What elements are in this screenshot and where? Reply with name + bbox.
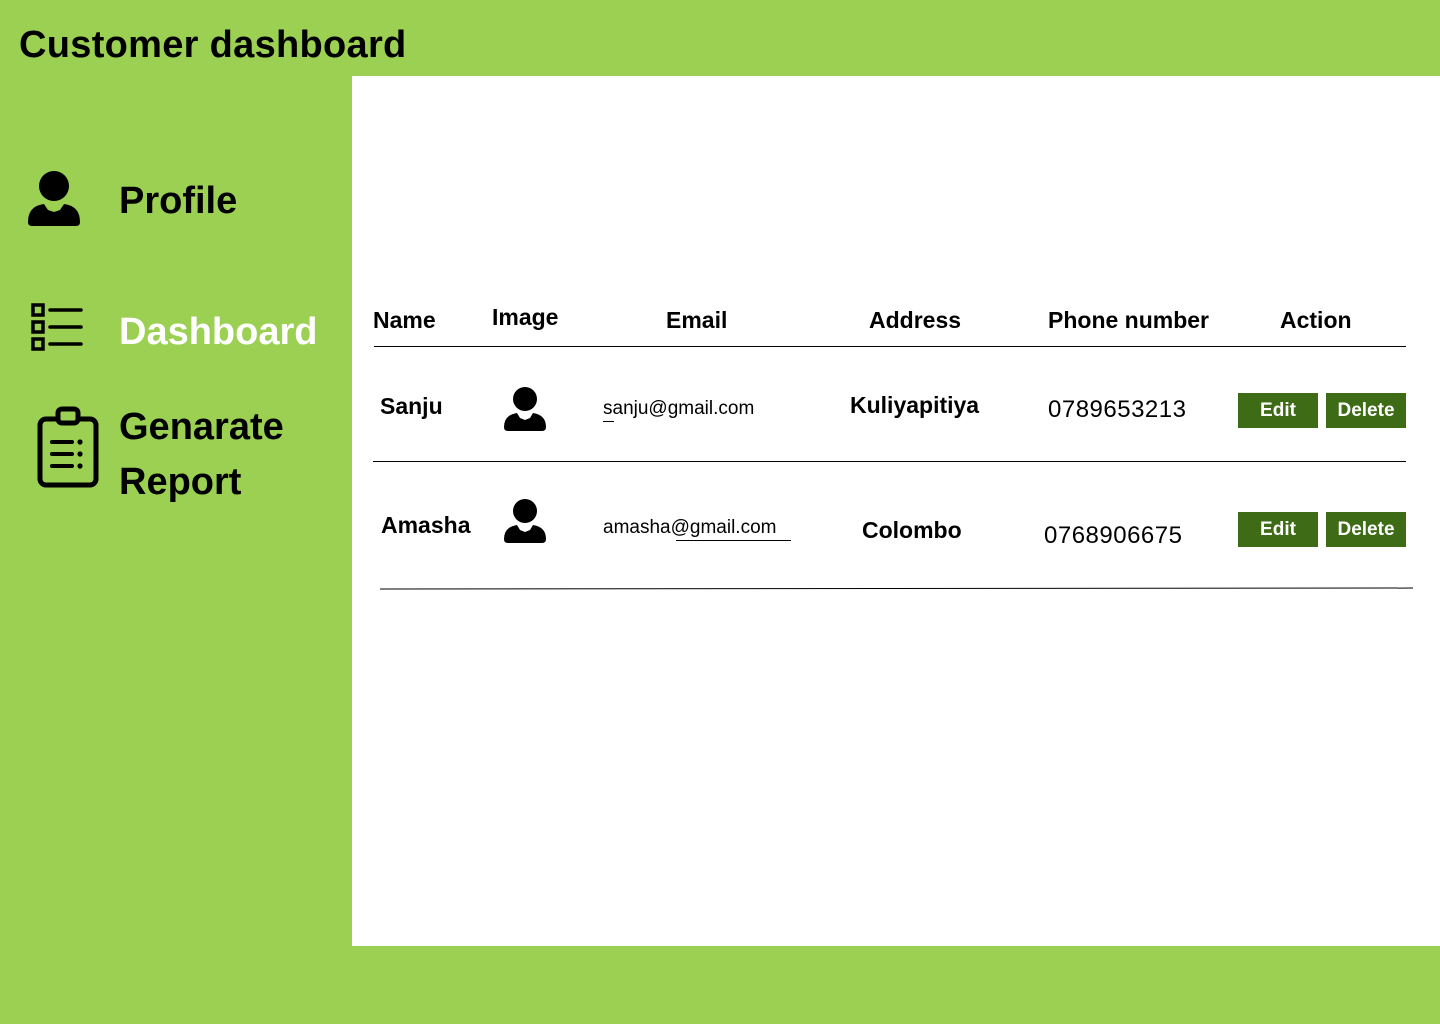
list-icon xyxy=(31,303,83,358)
sidebar-item-profile[interactable]: Profile xyxy=(0,150,352,250)
user-avatar-icon xyxy=(502,497,548,550)
sidebar-item-dashboard[interactable]: Dashboard xyxy=(0,285,352,375)
user-avatar-icon xyxy=(502,386,548,437)
user-icon xyxy=(26,170,82,233)
sidebar-item-generate-report[interactable]: Genarate Report xyxy=(0,395,352,515)
column-header-image: Image xyxy=(492,304,559,330)
column-header-phone: Phone number xyxy=(1048,307,1210,333)
customer-name: Sanju xyxy=(380,393,443,419)
customer-address: Colombo xyxy=(862,517,962,543)
page-title: Customer dashboard xyxy=(19,24,407,66)
main-panel: Name Image Email Address Phone number Ac… xyxy=(352,76,1440,946)
customer-email[interactable]: sanju@gmail.com xyxy=(603,398,754,420)
row-divider xyxy=(373,461,1406,462)
edit-button[interactable]: Edit xyxy=(1238,393,1318,428)
clipboard-report-icon xyxy=(36,405,100,494)
column-header-action: Action xyxy=(1280,307,1352,333)
row-divider xyxy=(379,587,1414,590)
delete-button[interactable]: Delete xyxy=(1326,393,1406,428)
customer-phone: 0768906675 xyxy=(1044,522,1183,549)
edit-button[interactable]: Edit xyxy=(1238,512,1318,547)
column-header-name: Name xyxy=(373,307,436,333)
sidebar-item-label: Dashboard xyxy=(119,311,318,353)
customer-address: Kuliyapitiya xyxy=(850,392,980,418)
column-header-address: Address xyxy=(869,307,962,333)
customer-email[interactable]: amasha@gmail.com xyxy=(603,517,776,539)
customer-phone: 0789653213 xyxy=(1048,396,1187,423)
header-divider xyxy=(374,346,1406,347)
column-header-email: Email xyxy=(666,307,728,333)
customer-name: Amasha xyxy=(381,512,471,538)
sidebar-item-label: Genarate Report xyxy=(119,406,284,503)
email-underline xyxy=(676,540,791,541)
email-underline xyxy=(603,421,614,422)
sidebar-item-label: Profile xyxy=(119,180,238,222)
delete-button[interactable]: Delete xyxy=(1326,512,1406,547)
